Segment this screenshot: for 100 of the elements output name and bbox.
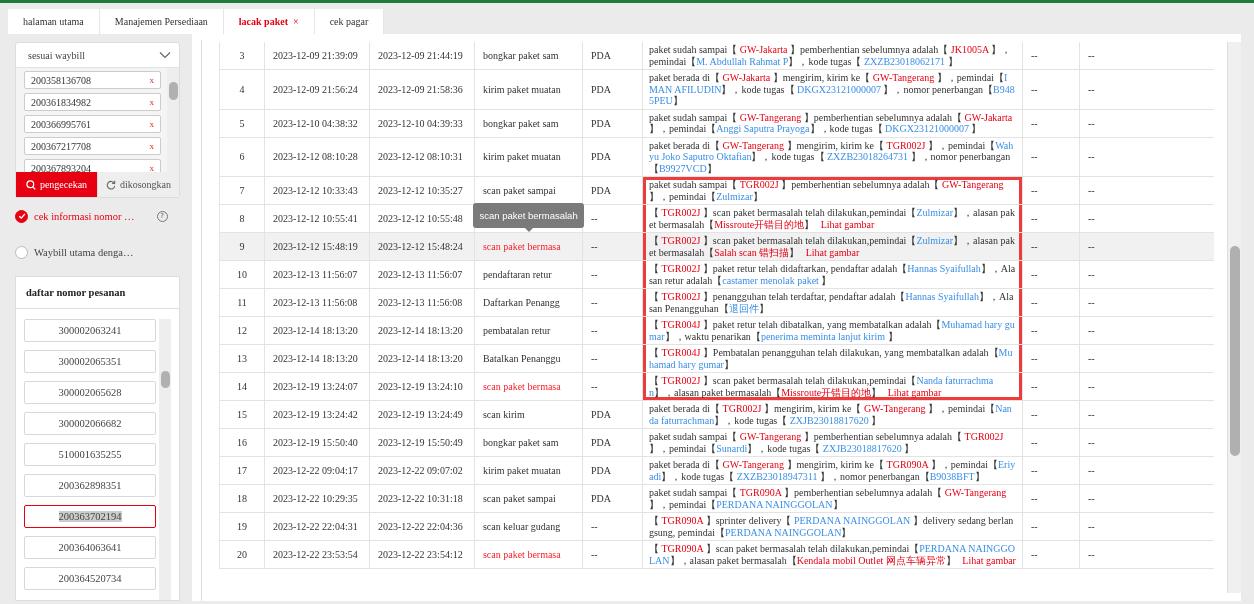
table-cell: PDA	[582, 137, 643, 177]
table-cell: scan kirim	[474, 400, 583, 429]
table-cell: --	[1079, 484, 1215, 513]
table-cell: --	[582, 316, 643, 345]
table-cell: --	[1022, 400, 1080, 429]
table-cell: 2023-12-22 09:04:17	[264, 456, 370, 485]
table-cell: 5	[219, 109, 265, 137]
table-cell: --	[1022, 42, 1080, 70]
table-cell: 2023-12-12 10:55:41	[264, 204, 370, 233]
check-button[interactable]: pengecekan	[16, 172, 97, 197]
table-cell: --	[1022, 512, 1080, 541]
close-icon[interactable]: ×	[293, 16, 299, 27]
event-detail: paket berada di【 GW-Jakarta 】mengirim, kirim ke【 GW-Tangerang 】，pemindai【IMAN AFILUDIN】，kode tugas【 DKGX23121000007 】，nomor penerbangan【B9485PEU】	[647, 71, 1016, 108]
table-cell: --	[1079, 69, 1215, 109]
table-cell: --	[1079, 137, 1215, 177]
table-cell: --	[1079, 540, 1215, 569]
table-cell: --	[1022, 456, 1080, 485]
table-cell: --	[1022, 260, 1080, 289]
scrollbar-thumb[interactable]	[161, 371, 170, 388]
table-cell: 6	[219, 137, 265, 177]
order-number-item[interactable]: 200363702194	[24, 505, 156, 528]
table-cell: 2023-12-22 22:04:36	[369, 512, 475, 541]
tab[interactable]: Manajemen Persediaan	[99, 9, 224, 34]
event-detail: paket sudah sampai【 GW-Jakarta 】pemberhentian sebelumnya adalah【 JK1005A 】，pemindai【M. Abdullah Rahmat P】，kode tugas【 ZXZB23018062171 】	[647, 43, 1013, 69]
order-number-item[interactable]: 300002063241	[24, 319, 156, 342]
order-number-item[interactable]: 510001635255	[24, 443, 156, 466]
scrollbar-thumb[interactable]	[1230, 246, 1241, 456]
table-cell: --	[1022, 484, 1080, 513]
clear-button[interactable]: dikosongkan	[97, 172, 179, 197]
table-cell: 2023-12-12 15:48:24	[369, 232, 475, 261]
table-cell: 11	[219, 288, 265, 317]
table-cell: 9	[219, 232, 265, 261]
view-image-link[interactable]: Lihat gambar	[962, 554, 1016, 566]
table-cell: 2023-12-19 13:24:49	[369, 400, 475, 429]
radio-button[interactable]	[15, 209, 28, 223]
search-icon	[25, 179, 36, 190]
order-number-item[interactable]: 200364063641	[24, 536, 156, 559]
table-cell: scan paket bermasa	[474, 540, 583, 569]
table-cell: 2023-12-12 10:33:43	[264, 176, 370, 205]
tab[interactable]: lacak paket ×	[223, 9, 315, 34]
remove-icon[interactable]: x	[149, 97, 154, 107]
order-number-item[interactable]: 300002065351	[24, 350, 156, 373]
table-cell: kirim paket muatan	[474, 456, 583, 485]
table-cell: --	[1079, 42, 1215, 70]
remove-icon[interactable]: x	[149, 163, 154, 172]
view-image-link[interactable]: Lihat gambar	[820, 218, 875, 230]
table-cell: --	[1079, 260, 1215, 289]
table-cell: 2023-12-19 13:24:10	[369, 372, 475, 401]
remove-icon[interactable]: x	[149, 119, 154, 129]
table-cell: 14	[219, 372, 265, 401]
table-cell: 2023-12-22 22:04:31	[264, 512, 370, 541]
order-number-item[interactable]: 200364520734	[24, 567, 156, 590]
table-cell: kirim paket muatan	[474, 137, 583, 177]
table-cell: scan paket sampai	[474, 484, 583, 513]
event-detail: 【 TGR002J 】scan paket bermasalah telah dilakukan,pemindai【Zulmizar】，alasan paket bermasalah【Missroute开错目的地】 Lihat gambar	[642, 205, 1022, 232]
view-image-link[interactable]: Lihat gambar	[887, 386, 942, 398]
event-detail: paket sudah sampai【 GW-Tangerang 】pemberhentian sebelumnya adalah【 GW-Jakarta 】，pemindai【Anggi Saputra Prayoga】，kode tugas【 DKGX23121000007 】	[647, 110, 1014, 136]
remove-icon[interactable]: x	[149, 75, 154, 85]
tab[interactable]: cek pagar	[314, 9, 385, 34]
table-cell: 3	[219, 42, 265, 70]
table-cell: PDA	[582, 109, 643, 137]
table-cell: --	[582, 540, 643, 569]
table-cell: --	[1022, 137, 1080, 177]
tab[interactable]: halaman utama	[8, 9, 100, 34]
table-cell: 12	[219, 316, 265, 345]
event-detail: 【 TGR090A 】scan paket bermasalah telah dilakukan,pemindai【PERDANA NAINGGOLAN】，alasan paket bermasalah【Kendala mobil Outlet 网点车辆异常】 Lihat gambar	[647, 542, 1017, 568]
order-number-item[interactable]: 300002065628	[24, 381, 156, 404]
table-cell: --	[1079, 428, 1215, 457]
table-cell: --	[582, 372, 643, 401]
table-cell: 2023-12-14 18:13:20	[264, 316, 370, 345]
radio-button[interactable]	[15, 245, 28, 259]
table-cell: PDA	[582, 456, 643, 485]
table-cell: --	[1022, 204, 1080, 233]
waybill-number: 200367893204	[31, 162, 91, 172]
event-detail: 【 TGR002J 】scan paket bermasalah telah dilakukan,pemindai【Nanda faturrachman】，alasan paket bermasalah【Missroute开错目的地】 Lihat gambar	[642, 373, 1022, 400]
table-cell: 20	[219, 540, 265, 569]
table-cell: PDA	[582, 69, 643, 109]
table-cell: 18	[219, 484, 265, 513]
table-cell: 16	[219, 428, 265, 457]
remove-icon[interactable]: x	[149, 141, 154, 151]
event-detail: paket berada di【 GW-Tangerang 】mengirim, kirim ke【 TGR090A 】，pemindai【Eriyadi】，kode tugas【 ZXZB23018947311 】，nomor penerbangan【B9038BFT】	[647, 458, 1017, 484]
table-cell: 2023-12-09 21:58:36	[369, 69, 475, 109]
table-cell: 4	[219, 69, 265, 109]
event-detail: 【 TGR002J 】paket retur telah didaftarkan, pendaftar adalah【Hannas Syaifullah】，Alasan retur adalah【castamer menolak paket 】	[642, 261, 1022, 288]
table-cell: 15	[219, 400, 265, 429]
option-label: cek informasi nomor …	[34, 210, 135, 222]
list-title: daftar nomor pesanan	[26, 287, 126, 298]
check-icon	[17, 212, 26, 220]
table-cell: --	[1022, 540, 1080, 569]
scrollbar-thumb[interactable]	[169, 82, 178, 100]
table-cell: 2023-12-14 18:13:20	[264, 344, 370, 373]
table-cell: --	[1079, 512, 1215, 541]
order-number-item[interactable]: 200362898351	[24, 474, 156, 497]
table-cell: --	[1079, 204, 1215, 233]
table-cell: 2023-12-19 15:50:40	[264, 428, 370, 457]
table-cell: 2023-12-09 21:44:19	[369, 42, 475, 70]
order-number-item[interactable]: 300002066682	[24, 412, 156, 435]
table-cell: --	[1079, 176, 1215, 205]
view-image-link[interactable]: Lihat gambar	[805, 246, 860, 258]
table-cell: --	[582, 288, 643, 317]
